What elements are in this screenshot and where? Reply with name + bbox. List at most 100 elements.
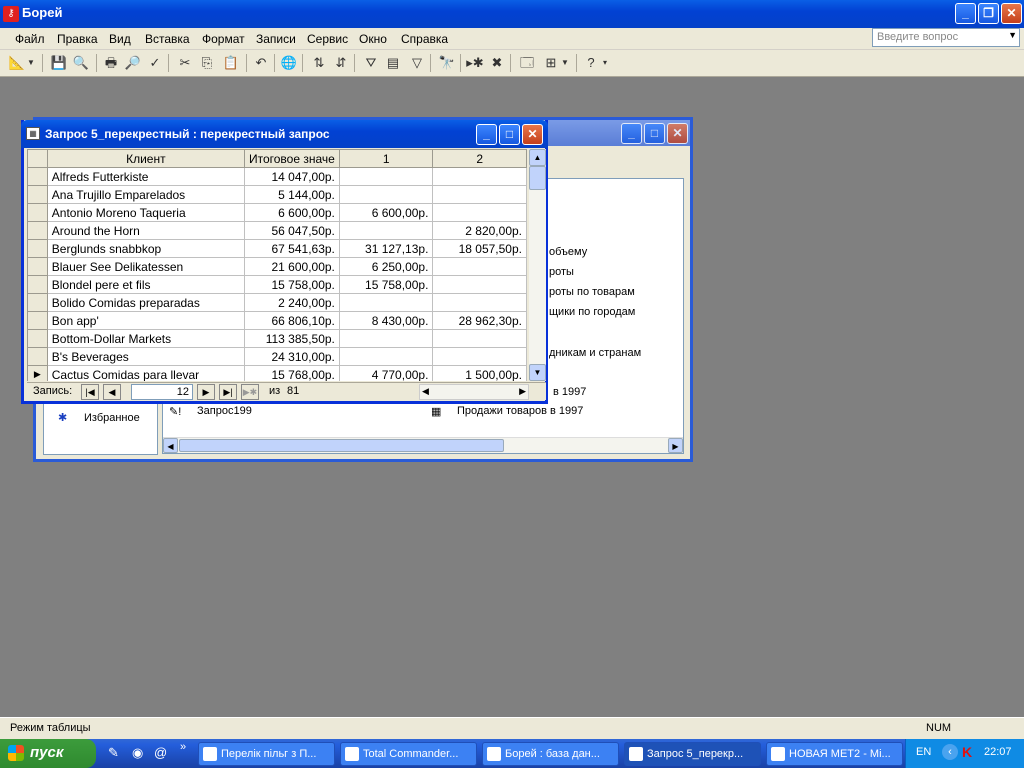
quicklaunch-icon[interactable]: ✎ (108, 745, 119, 761)
scroll-right-icon[interactable]: ▶ (519, 386, 526, 397)
row-selector[interactable] (27, 185, 48, 204)
row-selector[interactable] (27, 221, 48, 240)
taskbar-item[interactable]: НОВАЯ МЕТ2 - Mi... (766, 742, 903, 766)
minimize-icon[interactable]: _ (955, 3, 976, 24)
table-cell[interactable]: 8 430,00р. (338, 311, 434, 330)
table-cell[interactable]: Blauer See Delikatessen (46, 257, 245, 276)
media-player-icon[interactable]: ◉ (132, 745, 143, 761)
table-cell[interactable]: Bolido Comidas preparadas (46, 293, 245, 312)
previous-record-icon[interactable]: ◀ (103, 384, 121, 400)
taskbar-item[interactable]: Total Commander... (340, 742, 477, 766)
list-item[interactable]: объему (549, 246, 587, 258)
table-cell[interactable]: 18 057,50р. (432, 239, 527, 258)
vertical-scrollbar[interactable]: ▲ ▼ (529, 149, 546, 381)
column-header[interactable]: Итоговое значе (243, 149, 340, 168)
next-record-icon[interactable]: ▶ (197, 384, 215, 400)
last-record-icon[interactable]: ▶| (219, 384, 237, 400)
menu-records[interactable]: Записи (256, 32, 296, 46)
scroll-up-icon[interactable]: ▲ (529, 149, 546, 166)
taskbar-item-active[interactable]: Запрос 5_перекр... (624, 742, 761, 766)
table-cell[interactable] (338, 329, 434, 348)
table-cell[interactable]: 15 768,00р. (243, 365, 340, 381)
row-selector[interactable] (27, 167, 48, 186)
table-cell[interactable]: 4 770,00р. (338, 365, 434, 381)
spelling-icon[interactable]: ✓ (146, 54, 164, 72)
row-selector[interactable] (27, 239, 48, 258)
save-icon[interactable]: 💾 (50, 54, 68, 72)
table-cell[interactable]: Berglunds snabbkop (46, 239, 245, 258)
table-row[interactable]: Bottom-Dollar Markets 113 385,50р. (27, 329, 527, 348)
maximize-icon[interactable]: □ (644, 123, 665, 144)
favorites-label[interactable]: Избранное (84, 412, 140, 424)
table-cell[interactable]: Antonio Moreno Taqueria (46, 203, 245, 222)
table-cell[interactable] (432, 347, 527, 366)
horizontal-scrollbar[interactable]: ◀ ▶ (419, 384, 529, 400)
close-icon[interactable]: ✕ (1001, 3, 1022, 24)
list-item[interactable]: в 1997 (553, 386, 586, 398)
chevron-down-icon[interactable]: ▾ (600, 54, 610, 72)
list-item[interactable]: щики по городам (549, 306, 635, 318)
table-cell[interactable] (432, 203, 527, 222)
table-cell[interactable]: 113 385,50р. (243, 329, 340, 348)
column-header[interactable]: 2 (432, 149, 527, 168)
maximize-icon[interactable]: □ (499, 124, 520, 145)
table-row[interactable]: Antonio Moreno Taqueria 6 600,00р. 6 600,0… (27, 203, 527, 222)
sort-ascending-icon[interactable]: ⇅ (310, 54, 328, 72)
new-record-icon[interactable]: ▶✱ (241, 384, 259, 400)
menu-view[interactable]: Вид (109, 32, 131, 46)
menu-help[interactable]: Справка (401, 32, 448, 46)
chevron-right-icon[interactable]: » (180, 741, 186, 753)
table-cell[interactable] (432, 185, 527, 204)
chevron-down-icon[interactable]: ▼ (560, 54, 570, 72)
table-cell[interactable]: 2 820,00р. (432, 221, 527, 240)
table-cell[interactable] (432, 329, 527, 348)
row-selector[interactable] (27, 293, 48, 312)
table-cell[interactable]: 31 127,13р. (338, 239, 434, 258)
table-cell[interactable] (338, 167, 434, 186)
search-file-icon[interactable]: 🔍 (72, 54, 90, 72)
filter-form-icon[interactable]: ▤ (384, 54, 402, 72)
table-cell[interactable]: 56 047,50р. (243, 221, 340, 240)
close-icon[interactable]: ✕ (667, 123, 688, 144)
view-design-icon[interactable]: 📐 (8, 54, 26, 72)
table-row[interactable]: Alfreds Futterkiste 14 047,00р. (27, 167, 527, 186)
horizontal-scrollbar[interactable]: ◀ ▶ (163, 437, 683, 453)
copy-icon[interactable]: ⎘ (198, 54, 216, 72)
scroll-down-icon[interactable]: ▼ (529, 364, 546, 381)
menu-file[interactable]: Файл (15, 32, 45, 46)
table-row[interactable]: Blondel pere et fils 15 758,00р. 15 758,00… (27, 275, 527, 294)
column-header[interactable]: Клиент (46, 149, 245, 168)
start-button[interactable]: пуск (0, 739, 96, 768)
table-cell[interactable]: 6 250,00р. (338, 257, 434, 276)
menu-window[interactable]: Окно (359, 32, 387, 46)
list-item[interactable]: роты по товарам (549, 286, 635, 298)
chevron-down-icon[interactable]: ▼ (1008, 30, 1017, 40)
menu-edit[interactable]: Правка (57, 32, 98, 46)
table-cell[interactable]: 15 758,00р. (243, 275, 340, 294)
table-cell[interactable]: 5 144,00р. (243, 185, 340, 204)
row-selector[interactable] (27, 257, 48, 276)
scroll-thumb[interactable] (529, 166, 546, 190)
table-row[interactable]: B's Beverages 24 310,00р. (27, 347, 527, 366)
minimize-icon[interactable]: _ (476, 124, 497, 145)
row-selector[interactable]: ▶ (27, 365, 48, 381)
chevron-down-icon[interactable]: ▼ (26, 54, 36, 72)
table-row[interactable]: Around the Horn 56 047,50р. 2 820,00р. (27, 221, 527, 240)
table-cell[interactable]: 66 806,10р. (243, 311, 340, 330)
list-item[interactable]: Продажи товаров в 1997 (457, 405, 583, 417)
table-cell[interactable]: Blondel pere et fils (46, 275, 245, 294)
find-icon[interactable]: 🔭 (438, 54, 456, 72)
table-cell[interactable]: 15 758,00р. (338, 275, 434, 294)
menu-insert[interactable]: Вставка (145, 32, 190, 46)
row-selector[interactable] (27, 347, 48, 366)
table-cell[interactable]: Ana Trujillo Emparelados (46, 185, 245, 204)
hyperlink-icon[interactable]: 🌐 (280, 54, 298, 72)
row-selector[interactable] (27, 275, 48, 294)
paste-icon[interactable]: 📋 (222, 54, 240, 72)
query-window[interactable]: ▦ Запрос 5_перекрестный : перекрестный з… (21, 120, 548, 404)
table-cell[interactable]: 2 240,00р. (243, 293, 340, 312)
table-cell[interactable] (432, 275, 527, 294)
table-cell[interactable] (338, 293, 434, 312)
select-all-corner[interactable] (27, 149, 48, 168)
taskbar-item[interactable]: Перелік пільг з П... (198, 742, 335, 766)
